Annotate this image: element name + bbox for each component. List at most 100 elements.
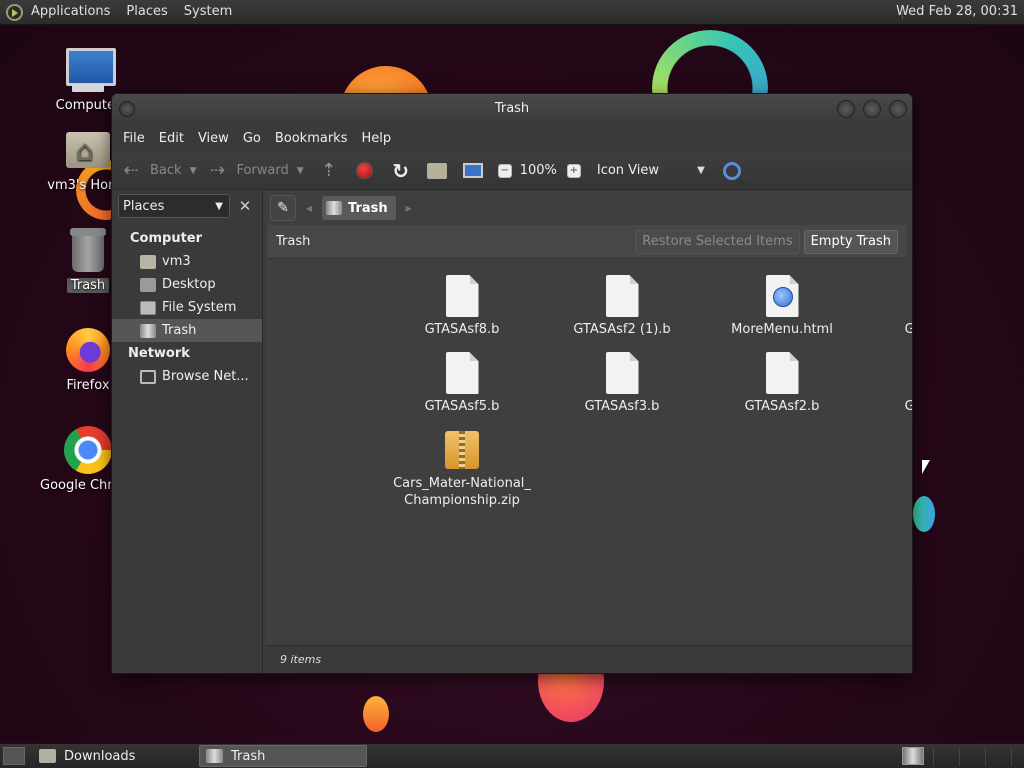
stop-button[interactable] — [350, 156, 380, 186]
window-menu-button[interactable] — [119, 101, 135, 117]
taskbar-item-trash[interactable]: Trash — [199, 745, 367, 767]
stop-icon — [356, 162, 374, 179]
path-left-arrow-icon[interactable]: ◂ — [306, 201, 312, 215]
file-item[interactable]: Cars_Mater-National_ Championship.zip — [382, 429, 542, 509]
task-label: Downloads — [64, 748, 136, 764]
menu-file[interactable]: File — [116, 131, 152, 146]
bottom-panel: Downloads Trash — [0, 743, 1024, 768]
home-folder-icon — [64, 126, 112, 174]
taskbar-item-downloads[interactable]: Downloads — [33, 745, 199, 767]
show-desktop-button[interactable] — [3, 747, 25, 765]
titlebar[interactable]: Trash — [112, 94, 912, 124]
trash-applet-icon[interactable] — [902, 747, 924, 765]
sidebar-item-label: Trash — [162, 323, 197, 338]
sidebar-item-browse-network[interactable]: Browse Net... — [112, 365, 262, 388]
applications-icon[interactable] — [6, 3, 23, 21]
wallpaper-shape — [913, 496, 935, 532]
file-name: MoreMenu.html — [731, 322, 833, 337]
html-file-icon — [765, 275, 799, 317]
sidebar-mode-select[interactable]: Places ▼ — [118, 194, 230, 218]
file-name: Cars_Mater-National_ Championship.zip — [393, 476, 531, 508]
places-tree: Computer vm3 Desktop File System Trash N… — [112, 221, 262, 388]
view-mode-label: Icon View — [596, 163, 660, 178]
home-icon — [426, 162, 447, 179]
sidebar-item-desktop[interactable]: Desktop — [112, 273, 262, 296]
menu-view[interactable]: View — [191, 131, 236, 146]
file-item[interactable]: GTASAsf5.b — [382, 352, 542, 415]
up-arrow-icon: ⇡ — [321, 160, 337, 181]
computer-button[interactable] — [458, 156, 488, 186]
zoom-out-button[interactable]: − — [497, 163, 512, 178]
file-icon — [445, 352, 479, 394]
sidebar-header: Places ▼ ✕ — [112, 191, 262, 221]
up-button[interactable]: ⇡ — [314, 156, 344, 186]
workspace-switcher-cell[interactable] — [959, 747, 960, 766]
file-name: GTASAsf3.b — [584, 399, 660, 414]
clock[interactable]: Wed Feb 28, 00:31 — [896, 0, 1018, 24]
drive-icon — [140, 300, 156, 315]
path-right-arrow-icon[interactable]: ▸ — [406, 201, 412, 215]
item-count: 9 items — [280, 653, 322, 666]
file-item[interactable]: GTASAsf2.b — [702, 352, 862, 415]
section-heading-network: Network — [128, 346, 190, 361]
file-name: GTASAsf1.b — [905, 399, 912, 414]
menu-edit[interactable]: Edit — [152, 131, 191, 146]
firefox-icon — [64, 326, 112, 374]
workspace-switcher-cell[interactable] — [985, 747, 986, 766]
trash-info-bar: Trash Restore Selected Items Empty Trash — [268, 225, 906, 259]
back-button[interactable]: ⇠ Back ▼ — [120, 156, 206, 186]
archive-icon — [445, 431, 479, 469]
file-icon — [605, 352, 639, 394]
minimize-button[interactable] — [837, 100, 855, 118]
edit-icon: ✎ — [277, 200, 289, 216]
menu-bookmarks[interactable]: Bookmarks — [268, 131, 355, 146]
file-item[interactable]: MoreMenu.html — [702, 275, 862, 338]
file-item[interactable]: GTASAsf8.b — [382, 275, 542, 338]
sidebar-item-file-system[interactable]: File System — [112, 296, 262, 319]
zoom-in-button[interactable]: + — [566, 163, 581, 178]
restore-selected-button[interactable]: Restore Selected Items — [635, 229, 800, 254]
forward-history-dropdown-icon[interactable]: ▼ — [297, 166, 304, 176]
sidebar-item-label: vm3 — [162, 254, 191, 269]
file-item[interactable]: GTASAsf3.b — [542, 352, 702, 415]
sidebar-item-label: File System — [162, 300, 237, 315]
menu-go[interactable]: Go — [236, 131, 268, 146]
workspace-switcher-cell[interactable] — [1011, 747, 1012, 766]
applications-menu[interactable]: Applications — [23, 0, 118, 24]
chevron-down-icon: ▼ — [697, 165, 705, 176]
empty-trash-button[interactable]: Empty Trash — [803, 229, 898, 254]
back-history-dropdown-icon[interactable]: ▼ — [190, 166, 197, 176]
sidebar-item-vm3[interactable]: vm3 — [112, 250, 262, 273]
pathbar: ✎ ◂ Trash ▸ — [266, 191, 912, 225]
trash-icon — [64, 226, 112, 274]
view-mode-select[interactable]: Icon View ▼ — [597, 163, 705, 178]
file-name: GTASAsf5.b — [424, 399, 500, 414]
task-label: Trash — [231, 748, 266, 764]
file-item[interactable]: GTASAsf1.b — [862, 352, 912, 415]
places-menu[interactable]: Places — [118, 0, 175, 24]
menubar: File Edit View Go Bookmarks Help — [112, 124, 912, 152]
file-name: GTASAsf7.b — [905, 322, 912, 337]
file-icon — [605, 275, 639, 317]
close-button[interactable] — [889, 100, 907, 118]
back-arrow-icon: ⇠ — [123, 160, 139, 181]
file-item[interactable]: GTASAsf2 (1).b — [542, 275, 702, 338]
wallpaper-shape — [363, 696, 389, 732]
file-item[interactable]: GTASAsf7.b — [862, 275, 912, 338]
sidebar-item-trash[interactable]: Trash — [112, 319, 262, 342]
forward-button[interactable]: ⇢ Forward ▼ — [206, 156, 313, 186]
workspace-separator — [933, 747, 934, 766]
system-menu[interactable]: System — [176, 0, 240, 24]
toggle-location-entry-button[interactable]: ✎ — [270, 195, 296, 221]
toolbar: ⇠ Back ▼ ⇢ Forward ▼ ⇡ ↻ − 100% + Icon V… — [112, 152, 912, 190]
close-sidebar-button[interactable]: ✕ — [234, 197, 256, 215]
home-button[interactable] — [422, 156, 452, 186]
menu-help[interactable]: Help — [354, 131, 398, 146]
search-icon[interactable] — [722, 161, 741, 180]
reload-icon: ↻ — [392, 158, 410, 183]
mouse-cursor — [922, 460, 930, 474]
breadcrumb-trash[interactable]: Trash — [322, 196, 396, 220]
section-heading-computer: Computer — [130, 231, 203, 246]
reload-button[interactable]: ↻ — [386, 156, 416, 186]
maximize-button[interactable] — [863, 100, 881, 118]
